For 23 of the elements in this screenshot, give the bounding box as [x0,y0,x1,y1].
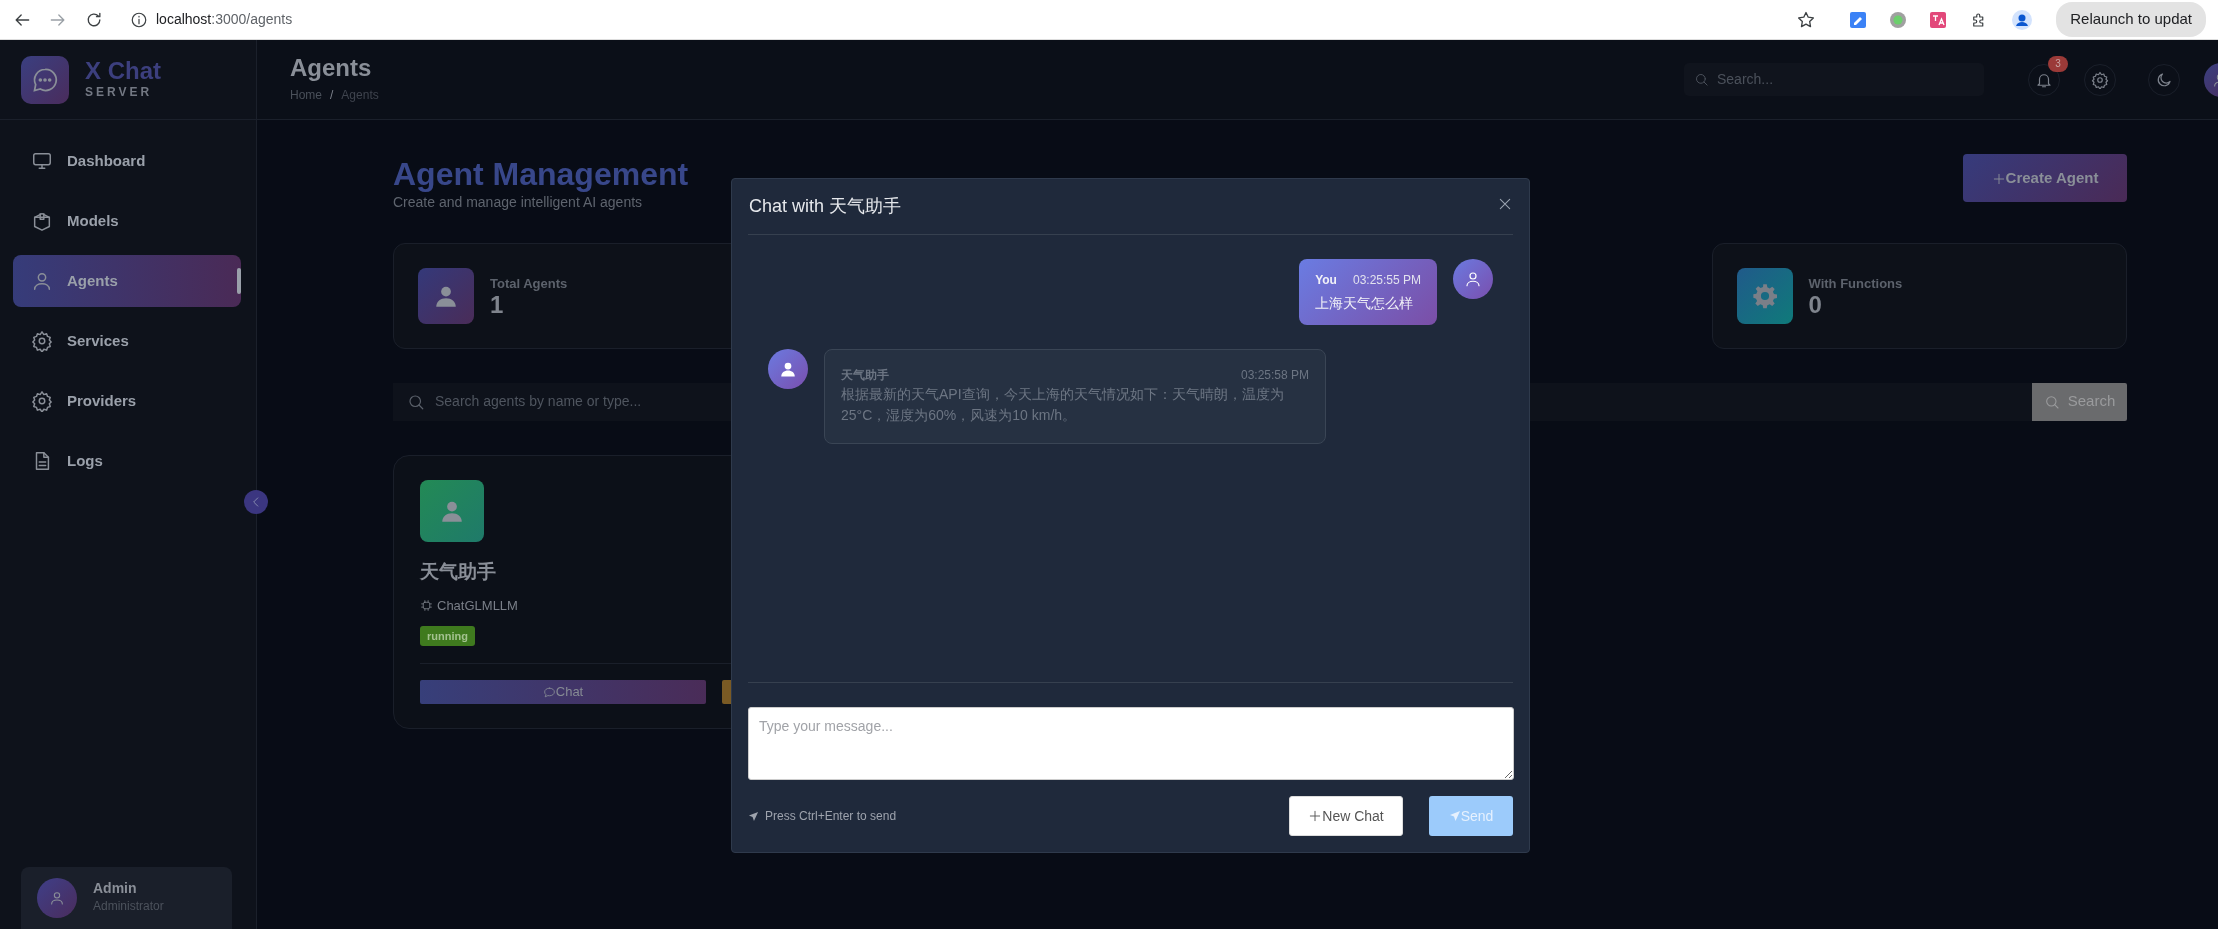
message-sender: 天气助手 [841,366,889,384]
notification-count: 3 [2048,55,2068,72]
agent-name: 天气助手 [420,559,497,584]
agent-model: ChatGLMLLM [437,597,518,616]
stat-label: Total Agents [490,274,568,293]
stat-value: 0 [1808,293,1823,318]
message-time: 03:25:55 PM [1352,272,1421,289]
breadcrumb-separator: / [330,86,334,104]
message-time: 03:25:58 PM [1240,366,1309,384]
send-hint: Press Ctrl+Enter to send [765,808,897,825]
brand-name: X Chat [85,58,161,83]
status-badge: running [420,625,475,647]
dialog-title: Chat with 天气助手 [749,195,902,218]
page-header-title: Agents [290,55,373,82]
url-text: localhost:3000/agents [156,10,293,29]
message-sender: You [1315,272,1337,289]
page-title: Agent Management [393,158,689,192]
brand-subtitle: SERVER [85,83,154,101]
page-subtitle: Create and manage intelligent AI agents [393,192,644,212]
stat-value: 1 [490,293,505,318]
user-name: Admin [93,881,138,897]
message-text: 上海天气怎么样 [1315,294,1415,313]
stat-label: With Functions [1808,274,1903,293]
